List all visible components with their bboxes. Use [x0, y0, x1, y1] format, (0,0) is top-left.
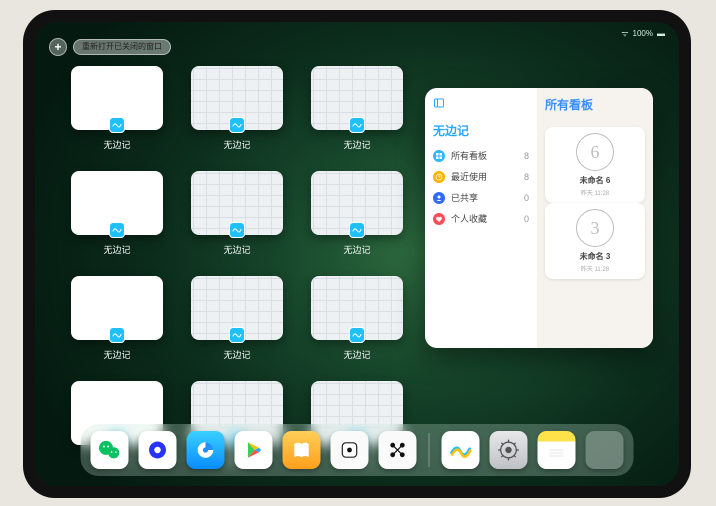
freeform-app-icon	[109, 222, 125, 238]
reopen-label: 重新打开已关闭的窗口	[82, 40, 162, 54]
sidebar-item[interactable]: 个人收藏 0	[433, 208, 529, 229]
dock-app-qqbrowser[interactable]	[187, 431, 225, 469]
board-thumbnail: 3	[576, 209, 614, 247]
window-thumb[interactable]: 无边记	[311, 276, 403, 361]
board-time: 昨天 11:28	[581, 188, 609, 197]
freeform-app-icon	[229, 117, 245, 133]
top-bar: + 重新打开已关闭的窗口	[49, 38, 171, 56]
window-label: 无边记	[223, 138, 250, 151]
freeform-app-icon	[349, 222, 365, 238]
screen: ᯤ 100% ▬ + 重新打开已关闭的窗口 无边记	[35, 22, 679, 486]
status-bar: ᯤ 100% ▬	[621, 28, 665, 39]
ipad-frame: ᯤ 100% ▬ + 重新打开已关闭的窗口 无边记	[23, 10, 691, 498]
sidebar-item-count: 0	[524, 214, 529, 224]
dock-app-dice[interactable]	[331, 431, 369, 469]
heart-icon	[433, 213, 445, 225]
sidebar-item-count: 0	[524, 193, 529, 203]
wifi-icon: ᯤ	[621, 28, 628, 39]
freeform-app-icon	[349, 327, 365, 343]
window-thumb[interactable]: 无边记	[191, 171, 283, 256]
sidebar-item-label: 最近使用	[451, 170, 487, 183]
window-label: 无边记	[103, 348, 130, 361]
window-label: 无边记	[223, 348, 250, 361]
board-time: 昨天 11:28	[581, 264, 609, 273]
dock-app-library[interactable]	[586, 431, 624, 469]
dock-app-books[interactable]	[283, 431, 321, 469]
freeform-app-icon	[349, 117, 365, 133]
sidebar-item[interactable]: 已共享 0	[433, 187, 529, 208]
board-card[interactable]: 3 未命名 3 昨天 11:28	[545, 203, 645, 279]
window-thumb[interactable]: 无边记	[311, 66, 403, 151]
window-thumb[interactable]: 无边记	[311, 171, 403, 256]
dock-separator	[429, 433, 430, 467]
dock-app-freeform[interactable]	[442, 431, 480, 469]
dock-app-notes[interactable]	[538, 431, 576, 469]
board-name: 未命名 6	[580, 175, 611, 186]
battery-icon: ▬	[657, 29, 665, 38]
board-name: 未命名 3	[580, 251, 611, 262]
window-thumb[interactable]: 无边记	[71, 171, 163, 256]
board-thumbnail: 6	[576, 133, 614, 171]
dock	[81, 424, 634, 476]
boards-title: 所有看板	[545, 96, 645, 113]
sidebar-item-label: 已共享	[451, 191, 478, 204]
window-thumb[interactable]: 无边记	[191, 276, 283, 361]
window-label: 无边记	[103, 138, 130, 151]
dock-app-uc[interactable]	[139, 431, 177, 469]
freeform-main-window[interactable]: ··· 无边记 所有看板 8 最近使用 8 已共享 0 个人收藏 0 所有看板 …	[425, 88, 653, 348]
freeform-app-icon	[109, 327, 125, 343]
window-thumb[interactable]: 无边记	[71, 276, 163, 361]
dock-app-wechat[interactable]	[91, 431, 129, 469]
sidebar-item-count: 8	[524, 151, 529, 161]
sidebar: 无边记 所有看板 8 最近使用 8 已共享 0 个人收藏 0	[425, 88, 537, 348]
window-label: 无边记	[343, 138, 370, 151]
freeform-app-icon	[229, 222, 245, 238]
reopen-closed-window-button[interactable]: 重新打开已关闭的窗口	[73, 39, 171, 55]
sidebar-item[interactable]: 最近使用 8	[433, 166, 529, 187]
board-card[interactable]: 6 未命名 6 昨天 11:28	[545, 127, 645, 203]
freeform-app-icon	[229, 327, 245, 343]
window-thumb[interactable]: 无边记	[191, 66, 283, 151]
window-switcher-grid: 无边记 无边记 无边记 无边记	[71, 66, 421, 466]
sidebar-item[interactable]: 所有看板 8	[433, 145, 529, 166]
sidebar-item-count: 8	[524, 172, 529, 182]
clock-icon	[433, 171, 445, 183]
sidebar-item-label: 个人收藏	[451, 212, 487, 225]
window-thumb[interactable]: 无边记	[71, 66, 163, 151]
dock-app-play[interactable]	[235, 431, 273, 469]
freeform-app-icon	[109, 117, 125, 133]
battery-label: 100%	[633, 29, 653, 38]
boards-pane: 所有看板 6 未命名 6 昨天 11:283 未命名 3 昨天 11:28	[537, 88, 653, 348]
window-label: 无边记	[343, 348, 370, 361]
sidebar-item-label: 所有看板	[451, 149, 487, 162]
sidebar-title: 无边记	[433, 122, 529, 139]
grid-icon	[433, 150, 445, 162]
window-label: 无边记	[343, 243, 370, 256]
window-label: 无边记	[223, 243, 250, 256]
window-label: 无边记	[103, 243, 130, 256]
dock-app-settings[interactable]	[490, 431, 528, 469]
dock-app-nodes[interactable]	[379, 431, 417, 469]
add-window-button[interactable]: +	[49, 38, 67, 56]
sidebar-toggle-icon[interactable]	[433, 98, 445, 112]
person-icon	[433, 192, 445, 204]
